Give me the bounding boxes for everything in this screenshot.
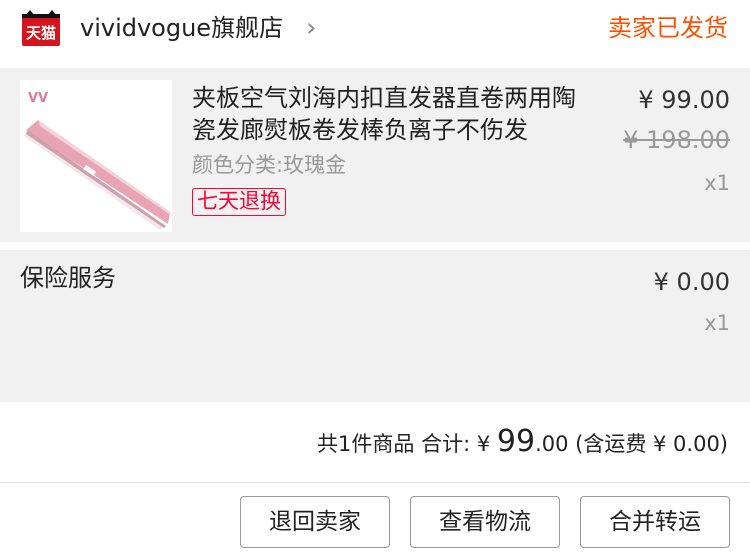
- store-name[interactable]: vividvogue旗舰店: [80, 12, 283, 44]
- store-header: 天猫 vividvogue旗舰店 › 卖家已发货: [0, 0, 750, 62]
- tmall-logo-text: 天猫: [26, 24, 56, 42]
- merge-forward-button[interactable]: 合并转运: [580, 496, 730, 548]
- product-image[interactable]: VV: [20, 80, 172, 232]
- insurance-price: ¥ 0.00: [653, 268, 730, 296]
- total-prefix: 共1件商品 合计: ¥: [317, 432, 497, 456]
- product-original-price: ¥ 198.00: [623, 126, 730, 154]
- return-policy-badge: 七天退换: [192, 188, 286, 216]
- insurance-label: 保险服务: [20, 264, 116, 292]
- product-item[interactable]: VV 夹板空气刘海内扣直发器直卷两用陶瓷发廊熨板卷发棒负离子不伤发 颜色分类:玫…: [0, 68, 750, 242]
- brand-logo: VV: [28, 91, 48, 106]
- hair-straightener-icon: VV: [20, 80, 172, 232]
- shipping-fee: (含运费 ¥ 0.00): [568, 432, 728, 456]
- order-total: 共1件商品 合计: ¥ 99.00 (含运费 ¥ 0.00): [317, 422, 728, 464]
- return-to-seller-button[interactable]: 退回卖家: [240, 496, 390, 548]
- order-actions: 退回卖家 查看物流 合并转运: [0, 483, 750, 553]
- product-quantity: x1: [704, 171, 730, 195]
- order-summary: 共1件商品 合计: ¥ 99.00 (含运费 ¥ 0.00): [0, 402, 750, 482]
- product-sku: 颜色分类:玫瑰金: [192, 153, 347, 177]
- chevron-right-icon[interactable]: ›: [306, 14, 316, 42]
- view-logistics-button[interactable]: 查看物流: [410, 496, 560, 548]
- total-amount-dec: .00: [535, 432, 569, 456]
- product-title[interactable]: 夹板空气刘海内扣直发器直卷两用陶瓷发廊熨板卷发棒负离子不伤发: [192, 82, 592, 146]
- insurance-quantity: x1: [704, 311, 730, 335]
- product-price: ¥ 99.00: [638, 86, 730, 114]
- order-status: 卖家已发货: [608, 14, 728, 42]
- total-amount-int: 99: [496, 424, 536, 459]
- insurance-item[interactable]: 保险服务 ¥ 0.00 x1: [0, 250, 750, 402]
- tmall-logo-icon[interactable]: 天猫: [22, 10, 60, 46]
